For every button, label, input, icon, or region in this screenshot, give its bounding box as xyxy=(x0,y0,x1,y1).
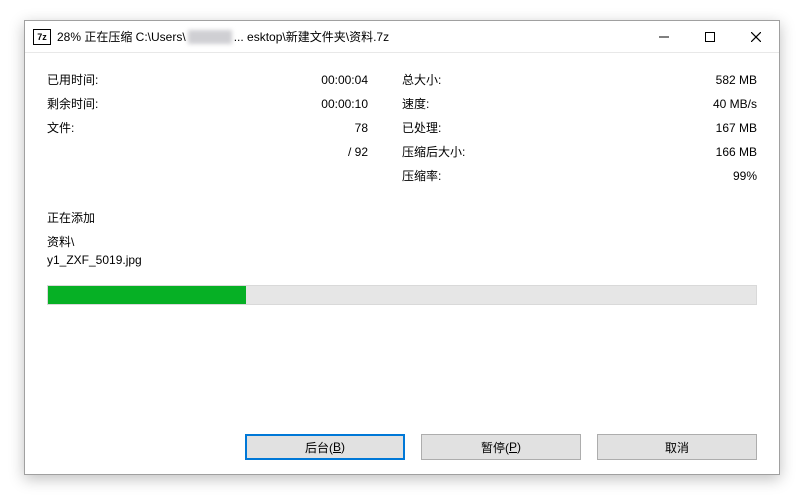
stats-right-column: 总大小: 582 MB 速度: 40 MB/s 已处理: 167 MB 压缩后大… xyxy=(402,71,757,185)
maximize-icon xyxy=(705,32,715,42)
processed-row: 已处理: 167 MB xyxy=(402,119,757,137)
speed-row: 速度: 40 MB/s xyxy=(402,95,757,113)
app-icon: 7z xyxy=(33,29,51,45)
files-label: 文件: xyxy=(47,119,74,137)
processed-label: 已处理: xyxy=(402,119,441,137)
files-total-value: / 92 xyxy=(348,143,402,161)
title-prefix: 28% 正在压缩 C:\Users\ xyxy=(57,28,186,45)
compressed-size-value: 166 MB xyxy=(716,143,757,161)
elapsed-value: 00:00:04 xyxy=(321,71,402,89)
ratio-row: 压缩率: 99% xyxy=(402,167,757,185)
compressed-size-label: 压缩后大小: xyxy=(402,143,465,161)
pause-button[interactable]: 暂停(P) xyxy=(421,434,581,460)
compression-dialog: 7z 28% 正在压缩 C:\Users\ ... esktop\新建文件夹\资… xyxy=(24,20,780,475)
adding-label: 正在添加 xyxy=(47,209,757,227)
remaining-label: 剩余时间: xyxy=(47,95,98,113)
processed-value: 167 MB xyxy=(716,119,757,137)
elapsed-row: 已用时间: 00:00:04 xyxy=(47,71,402,89)
minimize-button[interactable] xyxy=(641,21,687,52)
minimize-icon xyxy=(659,32,669,42)
stats-grid: 已用时间: 00:00:04 剩余时间: 00:00:10 文件: 78 xyxy=(47,71,757,185)
ratio-label: 压缩率: xyxy=(402,167,441,185)
current-file: y1_ZXF_5019.jpg xyxy=(47,251,757,269)
cancel-button[interactable]: 取消 xyxy=(597,434,757,460)
files-total-row: / 92 xyxy=(47,143,402,161)
remaining-value: 00:00:10 xyxy=(321,95,402,113)
progress-bar xyxy=(47,285,757,305)
total-size-value: 582 MB xyxy=(716,71,757,89)
ratio-value: 99% xyxy=(733,167,757,185)
window-controls xyxy=(641,21,779,52)
background-button[interactable]: 后台(B) xyxy=(245,434,405,460)
files-value: 78 xyxy=(355,119,402,137)
files-row: 文件: 78 xyxy=(47,119,402,137)
dialog-content: 已用时间: 00:00:04 剩余时间: 00:00:10 文件: 78 xyxy=(25,53,779,474)
adding-section: 正在添加 资料\ y1_ZXF_5019.jpg xyxy=(47,209,757,269)
close-icon xyxy=(751,32,761,42)
speed-value: 40 MB/s xyxy=(713,95,757,113)
remaining-row: 剩余时间: 00:00:10 xyxy=(47,95,402,113)
total-size-row: 总大小: 582 MB xyxy=(402,71,757,89)
total-size-label: 总大小: xyxy=(402,71,441,89)
title-redacted xyxy=(188,30,232,44)
titlebar[interactable]: 7z 28% 正在压缩 C:\Users\ ... esktop\新建文件夹\资… xyxy=(25,21,779,53)
button-row: 后台(B) 暂停(P) 取消 xyxy=(47,422,757,460)
elapsed-label: 已用时间: xyxy=(47,71,98,89)
title-suffix: ... esktop\新建文件夹\资料.7z xyxy=(234,28,389,45)
close-button[interactable] xyxy=(733,21,779,52)
speed-label: 速度: xyxy=(402,95,429,113)
current-folder: 资料\ xyxy=(47,233,757,251)
maximize-button[interactable] xyxy=(687,21,733,52)
progress-fill xyxy=(48,286,246,304)
compressed-size-row: 压缩后大小: 166 MB xyxy=(402,143,757,161)
stats-left-column: 已用时间: 00:00:04 剩余时间: 00:00:10 文件: 78 xyxy=(47,71,402,185)
